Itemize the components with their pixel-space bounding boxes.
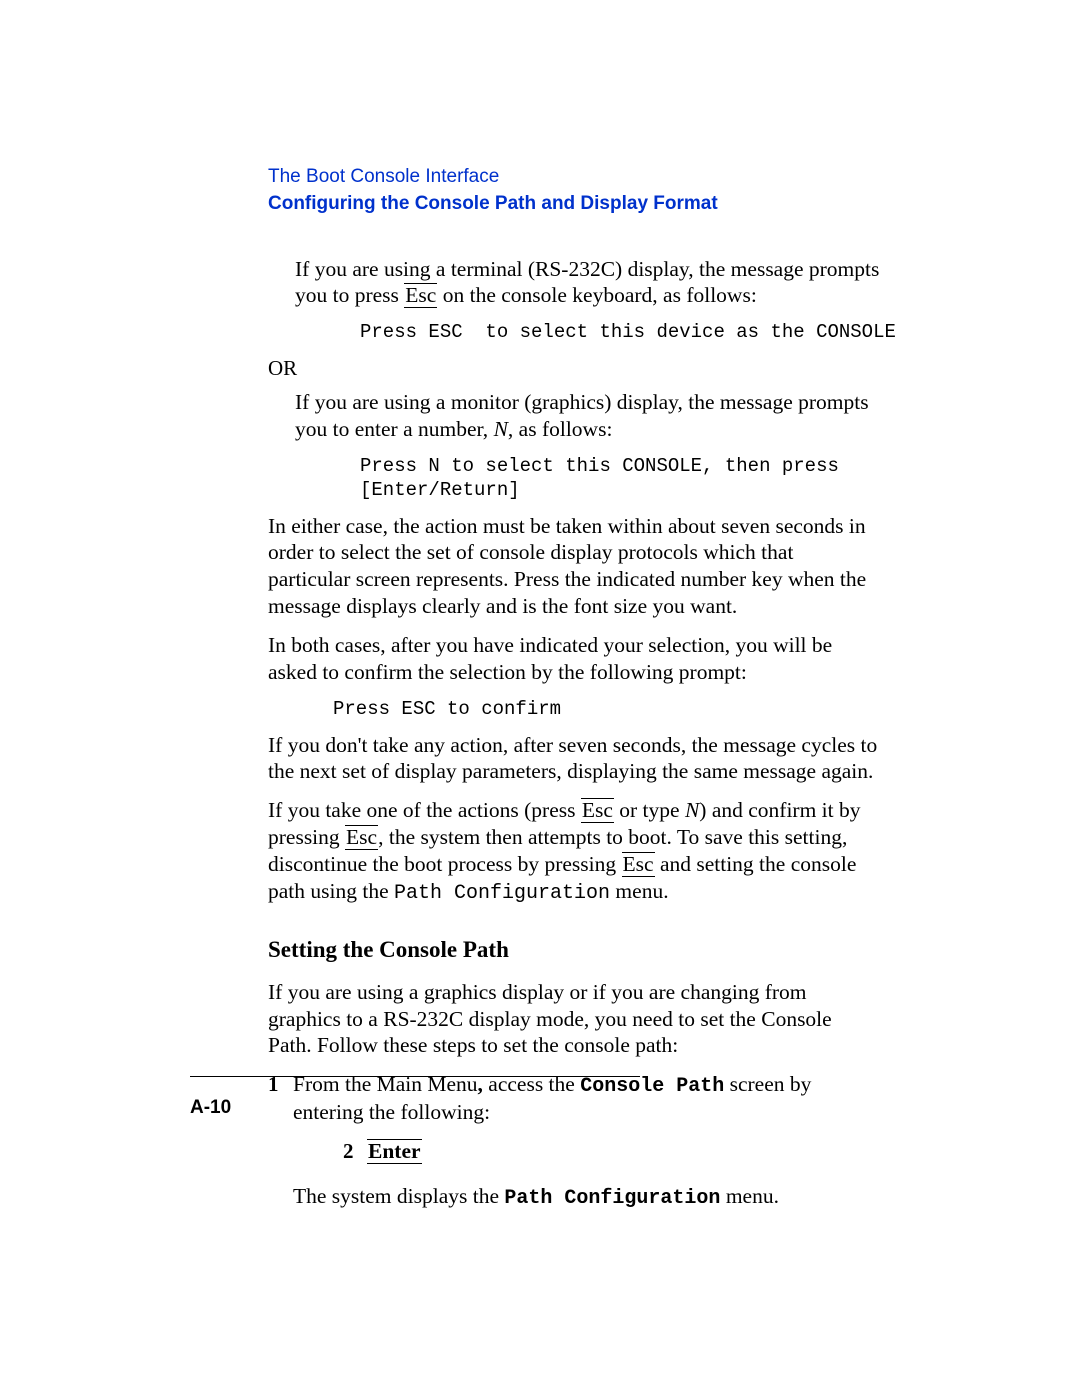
text: The system displays the (293, 1184, 504, 1208)
or-label: OR (268, 355, 880, 381)
italic-n: N (685, 798, 699, 822)
code-block-1: Press ESC to select this device as the C… (360, 321, 880, 345)
document-page: The Boot Console Interface Configuring t… (0, 0, 1080, 1397)
para-setting-intro: If you are using a graphics display or i… (268, 979, 880, 1060)
para-either-case: In either case, the action must be taken… (268, 513, 880, 621)
key-esc: Esc (404, 283, 437, 308)
body-content: If you are using a terminal (RS-232C) di… (268, 256, 880, 1212)
key-esc: Esc (622, 852, 655, 877)
para-take-action: If you take one of the actions (press Es… (268, 797, 880, 906)
mono-bold: Path Configuration (504, 1187, 720, 1210)
step-2: 2 Enter (343, 1138, 880, 1165)
step-number: 1 (268, 1071, 293, 1126)
code-block-2: Press N to select this CONSOLE, then pre… (360, 455, 880, 503)
step-body: From the Main Menu, access the Console P… (293, 1071, 880, 1126)
text: menu. (610, 879, 669, 903)
footer-rule (190, 1076, 640, 1077)
header-section: The Boot Console Interface (268, 165, 880, 189)
code-block-3: Press ESC to confirm (333, 698, 880, 722)
para-no-action: If you don't take any action, after seve… (268, 732, 880, 786)
header-subsection: Configuring the Console Path and Display… (268, 192, 880, 216)
step-number: 2 (343, 1138, 361, 1165)
para-both-cases: In both cases, after you have indicated … (268, 632, 880, 686)
text: or type (614, 798, 685, 822)
para-system-displays: The system displays the Path Configurati… (293, 1183, 880, 1211)
page-number: A-10 (190, 1097, 231, 1119)
text: menu. (720, 1184, 779, 1208)
para-monitor: If you are using a monitor (graphics) di… (295, 389, 880, 443)
mono-text: Path Configuration (394, 882, 610, 905)
key-esc: Esc (345, 825, 378, 850)
text: If you take one of the actions (press (268, 798, 581, 822)
step-body: Enter (367, 1138, 422, 1165)
italic-n: N (494, 417, 508, 441)
mono-bold: Console Path (580, 1075, 724, 1098)
text: , as follows: (508, 417, 613, 441)
key-enter: Enter (367, 1139, 422, 1164)
key-esc: Esc (581, 798, 614, 823)
text: on the console keyboard, as follows: (437, 283, 756, 307)
subheading: Setting the Console Path (268, 936, 880, 965)
step-1: 1 From the Main Menu, access the Console… (268, 1071, 880, 1126)
para-terminal: If you are using a terminal (RS-232C) di… (295, 256, 880, 310)
